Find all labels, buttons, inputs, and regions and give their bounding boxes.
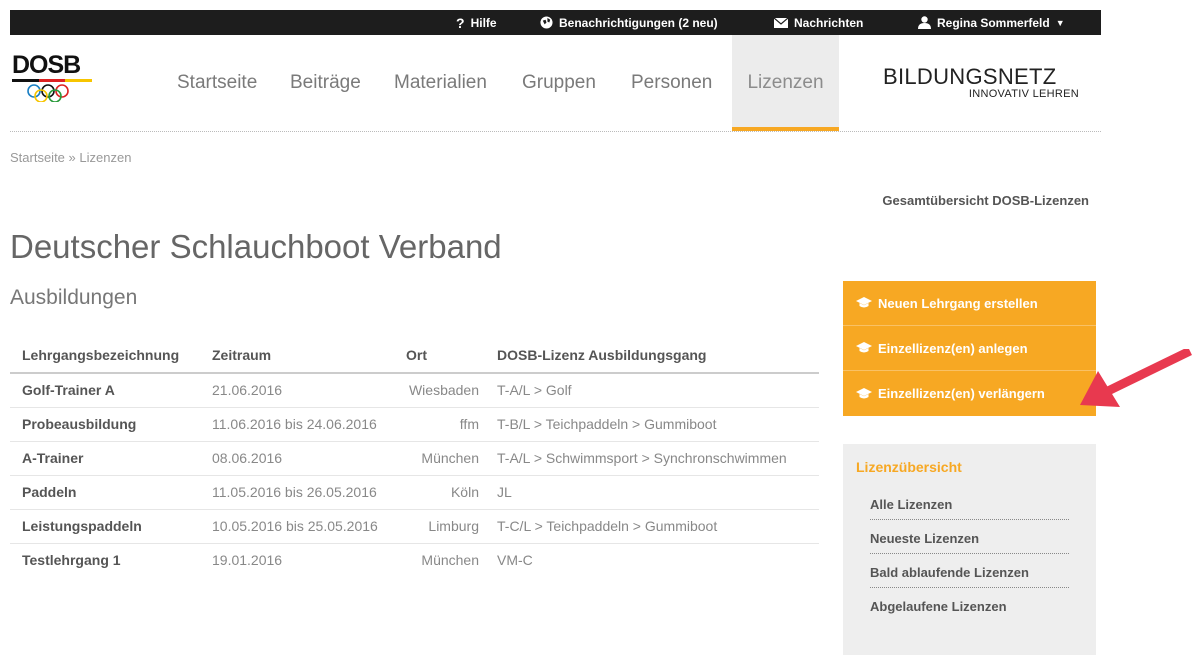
column-header: Lehrgangsbezeichnung [10, 337, 200, 374]
section-title: Ausbildungen [10, 286, 138, 309]
course-license: T-A/L > Golf [485, 373, 819, 408]
globe-icon [540, 16, 553, 29]
license-overview-list: Alle Lizenzen Neueste Lizenzen Bald abla… [843, 475, 1096, 621]
column-header: DOSB-Lizenz Ausbildungsgang [485, 337, 819, 374]
dosb-logo[interactable]: DOSB [12, 53, 102, 103]
course-location: München [394, 441, 485, 476]
license-link-newest[interactable]: Neueste Lizenzen [870, 531, 1069, 554]
user-icon [918, 16, 931, 29]
course-name[interactable]: Golf-Trainer A [10, 373, 200, 408]
license-link-expired[interactable]: Abgelaufene Lizenzen [870, 599, 1069, 621]
column-header: Ort [394, 337, 485, 374]
table-row[interactable]: Golf-Trainer A 21.06.2016 Wiesbaden T-A/… [10, 373, 819, 408]
course-name[interactable]: Probeausbildung [10, 407, 200, 442]
breadcrumb-home[interactable]: Startseite [10, 150, 65, 165]
course-name[interactable]: Leistungspaddeln [10, 509, 200, 544]
course-period: 08.06.2016 [200, 441, 394, 476]
help-link[interactable]: ? Hilfe [456, 10, 497, 35]
course-name[interactable]: A-Trainer [10, 441, 200, 476]
question-icon: ? [456, 14, 465, 31]
nav-personen[interactable]: Personen [631, 35, 712, 131]
breadcrumb: Startseite » Lizenzen [10, 150, 132, 165]
renew-license-button[interactable]: Einzellizenz(en) verlängern [843, 371, 1096, 416]
caret-down-icon: ▼ [1055, 17, 1065, 28]
top-bar: ? Hilfe Benachrichtigungen (2 neu) Nachr… [10, 10, 1101, 35]
course-name[interactable]: Testlehrgang 1 [10, 543, 200, 577]
license-overview-panel: Lizenzübersicht Alle Lizenzen Neueste Li… [843, 444, 1096, 655]
courses-table: Lehrgangsbezeichnung Zeitraum Ort DOSB-L… [10, 337, 819, 577]
course-license: JL [485, 475, 819, 510]
table-header-row: Lehrgangsbezeichnung Zeitraum Ort DOSB-L… [10, 337, 819, 374]
envelope-icon [774, 17, 788, 28]
course-license: T-B/L > Teichpaddeln > Gummiboot [485, 407, 819, 442]
overview-link[interactable]: Gesamtübersicht DOSB-Lizenzen [882, 193, 1089, 208]
course-license: T-C/L > Teichpaddeln > Gummiboot [485, 509, 819, 544]
course-location: Köln [394, 475, 485, 510]
column-header: Zeitraum [200, 337, 394, 374]
course-location: Limburg [394, 509, 485, 544]
table-row[interactable]: Probeausbildung 11.06.2016 bis 24.06.201… [10, 407, 819, 442]
table-row[interactable]: A-Trainer 08.06.2016 München T-A/L > Sch… [10, 441, 819, 476]
course-location: ffm [394, 407, 485, 442]
graduation-cap-icon [856, 342, 872, 353]
license-overview-title: Lizenzübersicht [856, 459, 962, 475]
nav-materialien[interactable]: Materialien [394, 35, 487, 131]
table-row[interactable]: Testlehrgang 1 19.01.2016 München VM-C [10, 543, 819, 577]
breadcrumb-current: Lizenzen [79, 150, 132, 165]
graduation-cap-icon [856, 387, 872, 398]
course-period: 21.06.2016 [200, 373, 394, 408]
notifications-link[interactable]: Benachrichtigungen (2 neu) [540, 10, 718, 35]
nav-startseite[interactable]: Startseite [177, 35, 257, 131]
course-period: 10.05.2016 bis 25.05.2016 [200, 509, 394, 544]
course-location: Wiesbaden [394, 373, 485, 408]
create-license-button[interactable]: Einzellizenz(en) anlegen [843, 326, 1096, 371]
graduation-cap-icon [856, 297, 872, 308]
nav-beitraege[interactable]: Beiträge [290, 35, 361, 131]
header-divider [10, 131, 1101, 132]
license-link-expiring[interactable]: Bald ablaufende Lizenzen [870, 565, 1069, 588]
user-menu[interactable]: Regina Sommerfeld ▼ [918, 10, 1065, 35]
pointer-arrow-icon [1080, 349, 1192, 407]
course-license: VM-C [497, 552, 533, 569]
bildungsnetz-logo[interactable]: BILDUNGSNETZ INNOVATIV LEHREN [881, 66, 1079, 101]
table-row[interactable]: Leistungspaddeln 10.05.2016 bis 25.05.20… [10, 509, 819, 544]
messages-link[interactable]: Nachrichten [774, 10, 863, 35]
course-license: T-A/L > Schwimmsport > Synchronschwimmen [485, 441, 819, 476]
course-period: 11.05.2016 bis 26.05.2016 [200, 475, 394, 510]
logo-stripe [12, 79, 93, 82]
olympic-rings-icon [27, 84, 69, 103]
course-period: 19.01.2016 [212, 552, 283, 569]
course-location: München [421, 552, 479, 569]
nav-lizenzen[interactable]: Lizenzen [732, 35, 839, 131]
nav-gruppen[interactable]: Gruppen [522, 35, 596, 131]
action-panel: Neuen Lehrgang erstellen Einzellizenz(en… [843, 281, 1096, 416]
table-row[interactable]: Paddeln 11.05.2016 bis 26.05.2016 Köln J… [10, 475, 819, 510]
create-course-button[interactable]: Neuen Lehrgang erstellen [843, 281, 1096, 326]
page-title: Deutscher Schlauchboot Verband [10, 228, 502, 265]
course-name[interactable]: Paddeln [10, 475, 200, 510]
license-link-all[interactable]: Alle Lizenzen [870, 497, 1069, 520]
course-period: 11.06.2016 bis 24.06.2016 [200, 407, 394, 442]
